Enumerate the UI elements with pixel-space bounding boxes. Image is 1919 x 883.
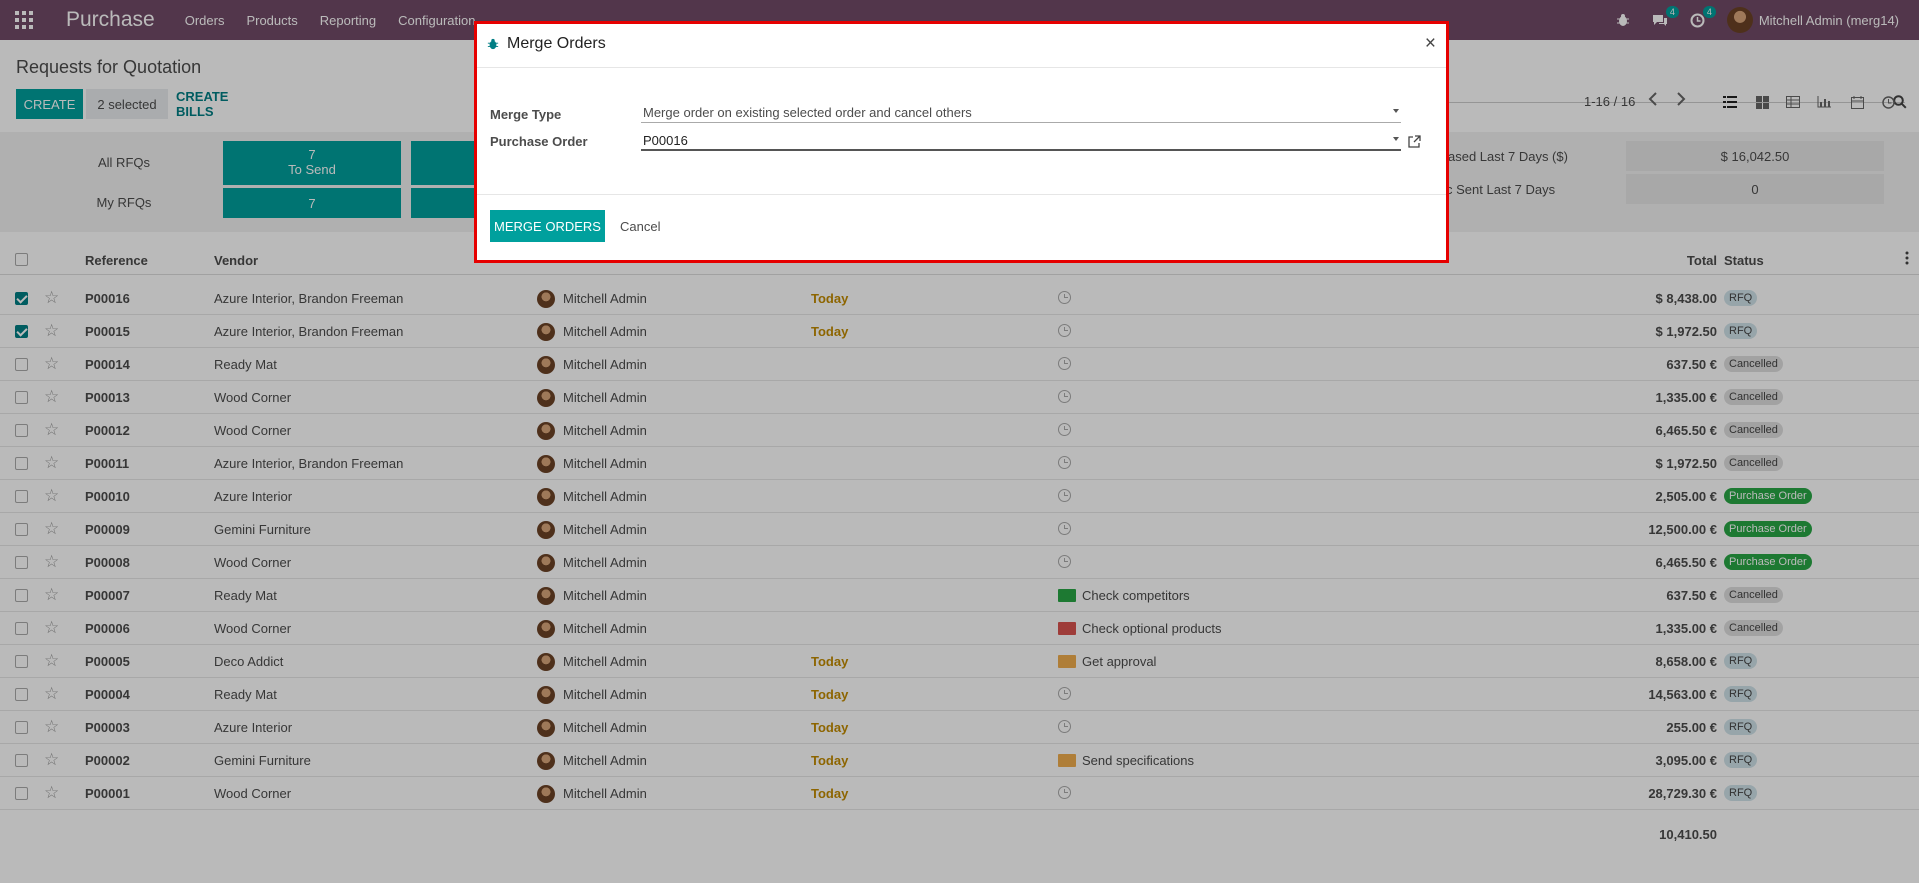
dialog-title: Merge Orders: [507, 35, 606, 52]
merge-type-value: Merge order on existing selected order a…: [643, 105, 972, 120]
purchase-order-value: P00016: [643, 133, 688, 148]
external-link-icon[interactable]: [1408, 135, 1421, 151]
dialog-header: Merge Orders ×: [477, 24, 1446, 68]
close-icon[interactable]: ×: [1425, 33, 1436, 55]
dialog-footer: MERGE ORDERS Cancel: [477, 194, 1446, 260]
chevron-down-icon: [1393, 137, 1399, 141]
merge-orders-button[interactable]: MERGE ORDERS: [490, 210, 605, 242]
merge-type-select[interactable]: Merge order on existing selected order a…: [641, 101, 1401, 123]
purchase-order-label: Purchase Order: [490, 134, 588, 149]
merge-orders-dialog: Merge Orders × Merge Type Merge order on…: [474, 21, 1449, 263]
chevron-down-icon: [1393, 109, 1399, 113]
debug-bug-icon: [487, 38, 499, 53]
cancel-button[interactable]: Cancel: [620, 219, 660, 234]
purchase-order-select[interactable]: P00016: [641, 129, 1401, 151]
merge-type-label: Merge Type: [490, 107, 562, 122]
